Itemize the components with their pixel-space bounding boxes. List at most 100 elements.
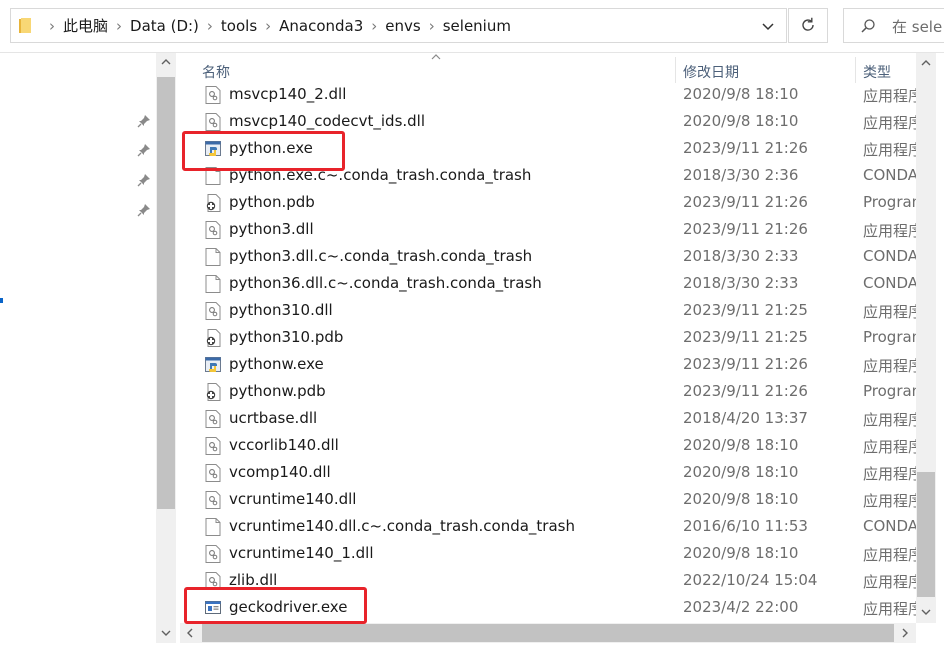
file-row[interactable]: pythonw.exe 2023/9/11 21:26 应用程序	[176, 351, 916, 378]
file-date: 2020/9/8 18:10	[683, 112, 799, 130]
file-row[interactable]: python36.dll.c~.conda_trash.conda_trash 2…	[176, 270, 916, 297]
file-type: 应用程序扩展	[863, 114, 916, 132]
breadcrumb-item[interactable]: tools	[221, 17, 257, 35]
file-name[interactable]: vcomp140.dll	[229, 463, 331, 481]
chevron-down-icon[interactable]	[159, 626, 173, 640]
pin-icon[interactable]	[137, 143, 151, 157]
file-date: 2022/10/24 15:04	[683, 571, 818, 589]
file-type: 应用程序扩展	[863, 411, 916, 429]
sort-ascending-icon	[431, 54, 441, 60]
file-name[interactable]: python3.dll	[229, 220, 314, 238]
file-date: 2020/9/8 18:10	[683, 85, 799, 103]
dll-icon	[205, 113, 221, 131]
breadcrumb-item[interactable]: envs	[385, 17, 420, 35]
file-name[interactable]: python3.dll.c~.conda_trash.conda_trash	[229, 247, 532, 265]
pin-icon[interactable]	[137, 173, 151, 187]
file-name[interactable]: vcruntime140.dll.c~.conda_trash.conda_tr…	[229, 517, 575, 535]
dll-icon	[205, 437, 221, 455]
file-type: 应用程序扩展	[863, 303, 916, 321]
file-name[interactable]: python310.pdb	[229, 328, 343, 346]
file-type: 应用程序	[863, 141, 916, 159]
dll-icon	[205, 545, 221, 563]
chevron-up-icon[interactable]	[919, 56, 933, 70]
file-row[interactable]: msvcp140_2.dll 2020/9/8 18:10 应用程序扩展	[176, 81, 916, 108]
file-name[interactable]: pythonw.pdb	[229, 382, 326, 400]
file-name[interactable]: pythonw.exe	[229, 355, 324, 373]
file-date: 2023/9/11 21:26	[683, 382, 808, 400]
file-date: 2023/4/2 22:00	[683, 598, 799, 616]
breadcrumb: › 此电脑 › Data (D:) › tools › Anaconda3 › …	[41, 9, 511, 42]
file-row[interactable]: pythonw.pdb 2023/9/11 21:26 Program Debug …	[176, 378, 916, 405]
breadcrumb-item[interactable]: Data (D:)	[130, 17, 199, 35]
file-name[interactable]: python310.dll	[229, 301, 333, 319]
file-name[interactable]: ucrtbase.dll	[229, 409, 317, 427]
file-name[interactable]: vccorlib140.dll	[229, 436, 339, 454]
file-name[interactable]: msvcp140_2.dll	[229, 85, 346, 103]
file-date: 2023/9/11 21:26	[683, 139, 808, 157]
file-type: 应用程序扩展	[863, 546, 916, 564]
file-type: 应用程序扩展	[863, 87, 916, 105]
file-name[interactable]: python.pdb	[229, 193, 315, 211]
dll-icon	[205, 491, 221, 509]
file-date: 2020/9/8 18:10	[683, 544, 799, 562]
refresh-button[interactable]	[788, 8, 828, 43]
file-date: 2020/9/8 18:10	[683, 490, 799, 508]
file-name[interactable]: vcruntime140.dll	[229, 490, 356, 508]
file-name[interactable]: vcruntime140_1.dll	[229, 544, 374, 562]
horizontal-scrollbar-thumb[interactable]	[202, 624, 894, 642]
chevron-left-icon[interactable]	[183, 626, 197, 640]
file-name[interactable]: python36.dll.c~.conda_trash.conda_trash	[229, 274, 542, 292]
column-header-name[interactable]: 名称	[202, 62, 230, 82]
chevron-right-icon[interactable]: ›	[207, 17, 213, 35]
pin-icon[interactable]	[137, 114, 151, 128]
selection-marker	[0, 298, 3, 303]
pdb-icon	[205, 194, 221, 212]
chevron-right-icon[interactable]: ›	[371, 17, 377, 35]
python-exe-icon	[205, 356, 221, 374]
file-type: CONDA_TRASH	[863, 517, 916, 535]
chevron-right-icon: ›	[49, 16, 55, 35]
dll-icon	[205, 86, 221, 104]
chevron-up-icon[interactable]	[159, 55, 173, 69]
file-row[interactable]: python310.pdb 2023/9/11 21:25 Program Debu…	[176, 324, 916, 351]
file-type: Program Debug Database	[863, 328, 916, 346]
address-bar[interactable]: › 此电脑 › Data (D:) › tools › Anaconda3 › …	[10, 8, 787, 43]
dll-icon	[205, 302, 221, 320]
chevron-right-icon[interactable]: ›	[116, 17, 122, 35]
column-header-type[interactable]: 类型	[863, 62, 891, 82]
file-date: 2016/6/10 11:53	[683, 517, 808, 535]
pdb-icon	[205, 329, 221, 347]
nav-scrollbar-thumb[interactable]	[157, 77, 175, 509]
file-row[interactable]: python310.dll 2023/9/11 21:25 应用程序扩展	[176, 297, 916, 324]
file-row[interactable]: vcruntime140_1.dll 2020/9/8 18:10 应用程序扩展	[176, 540, 916, 567]
file-row[interactable]: vccorlib140.dll 2020/9/8 18:10 应用程序扩展	[176, 432, 916, 459]
address-row: › 此电脑 › Data (D:) › tools › Anaconda3 › …	[0, 0, 944, 52]
highlight-box-python-exe	[182, 131, 345, 171]
search-input[interactable]: 在 sele	[843, 8, 944, 43]
chevron-down-icon[interactable]	[919, 605, 933, 619]
pin-icon[interactable]	[137, 203, 151, 217]
blank-file-icon	[205, 275, 221, 293]
column-divider[interactable]	[855, 57, 856, 83]
file-date: 2023/9/11 21:26	[683, 220, 808, 238]
column-divider[interactable]	[675, 57, 676, 83]
file-row[interactable]: ucrtbase.dll 2018/4/20 13:37 应用程序扩展	[176, 405, 916, 432]
chevron-right-icon[interactable]	[898, 626, 912, 640]
file-row[interactable]: vcruntime140.dll.c~.conda_trash.conda_tr…	[176, 513, 916, 540]
chevron-right-icon[interactable]: ›	[265, 17, 271, 35]
breadcrumb-item[interactable]: selenium	[443, 17, 511, 35]
file-row[interactable]: python3.dll 2023/9/11 21:26 应用程序扩展	[176, 216, 916, 243]
file-type: Program Debug Database	[863, 382, 916, 400]
search-placeholder: 在 sele	[892, 18, 943, 36]
file-row[interactable]: vcomp140.dll 2020/9/8 18:10 应用程序扩展	[176, 459, 916, 486]
breadcrumb-item[interactable]: 此电脑	[63, 15, 108, 36]
file-row[interactable]: vcruntime140.dll 2020/9/8 18:10 应用程序扩展	[176, 486, 916, 513]
breadcrumb-item[interactable]: Anaconda3	[279, 17, 363, 35]
column-header-date[interactable]: 修改日期	[683, 62, 739, 82]
file-row[interactable]: python3.dll.c~.conda_trash.conda_trash 20…	[176, 243, 916, 270]
chevron-down-icon[interactable]	[760, 18, 776, 34]
vertical-scrollbar-thumb[interactable]	[917, 472, 935, 597]
chevron-right-icon[interactable]: ›	[429, 17, 435, 35]
file-row[interactable]: python.pdb 2023/9/11 21:26 Program Debug D…	[176, 189, 916, 216]
file-name[interactable]: msvcp140_codecvt_ids.dll	[229, 112, 425, 130]
